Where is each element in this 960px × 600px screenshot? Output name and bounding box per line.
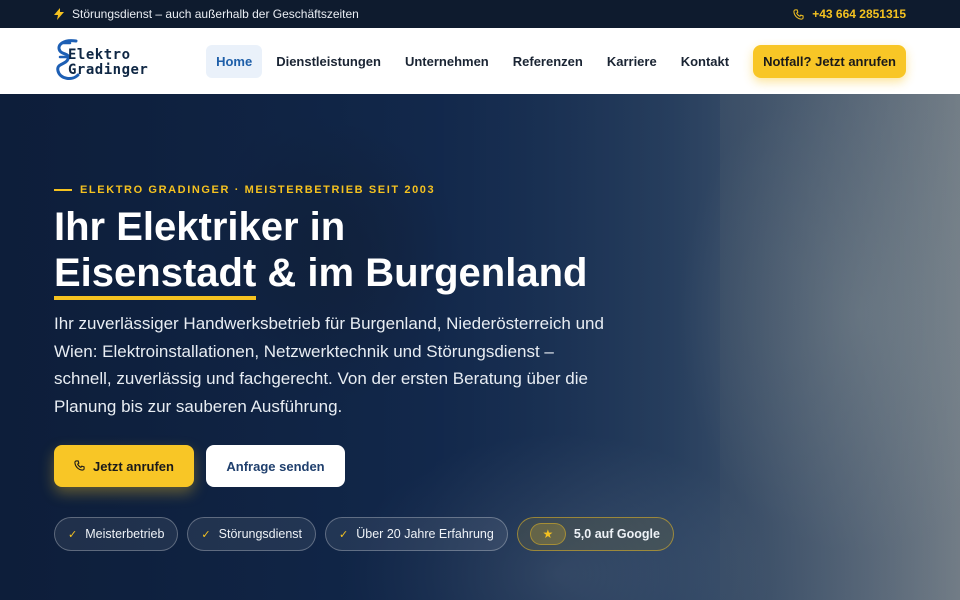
- phone-icon: [793, 8, 804, 20]
- check-icon: ✓: [201, 528, 211, 541]
- badge-google-rating[interactable]: ★ 5,0 auf Google: [516, 517, 674, 551]
- hero-lead: Ihr zuverlässiger Handwerksbetrieb für B…: [54, 314, 604, 416]
- badge-label: Meisterbetrieb: [85, 527, 165, 541]
- nav-item-kontakt[interactable]: Kontakt: [671, 45, 739, 78]
- nav-menu: Home Dienstleistungen Unternehmen Refere…: [206, 44, 906, 78]
- nav-item-karriere[interactable]: Karriere: [597, 45, 667, 78]
- emergency-call-button[interactable]: Notfall? Jetzt anrufen: [753, 44, 906, 78]
- send-request-label: Anfrage senden: [226, 458, 325, 474]
- hero-title: Ihr Elektriker in Eisenstadt & im Burgen…: [54, 204, 588, 300]
- logo[interactable]: Elektro Gradinger: [54, 35, 164, 87]
- check-icon: ✓: [339, 528, 349, 541]
- nav-item-unternehmen[interactable]: Unternehmen: [395, 45, 499, 78]
- badge-label: Störungsdienst: [218, 527, 303, 541]
- call-now-button[interactable]: Jetzt anrufen: [54, 445, 194, 487]
- trust-badges: ✓ Meisterbetrieb ✓ Störungsdienst ✓ Über…: [54, 517, 674, 551]
- phone-number: +43 664 2851315: [812, 7, 906, 21]
- badge-label: Über 20 Jahre Erfahrung: [356, 527, 494, 541]
- hero-title-line-1: Ihr Elektriker in: [54, 205, 346, 249]
- hero-title-rest: & im Burgenland: [256, 251, 588, 295]
- service-notice: Störungsdienst – auch außerhalb der Gesc…: [54, 7, 359, 21]
- call-now-label: Jetzt anrufen: [93, 458, 174, 474]
- kicker-text: ELEKTRO GRADINGER · MEISTERBETRIEB SEIT …: [80, 184, 436, 196]
- service-text: Störungsdienst – auch außerhalb der Gesc…: [72, 7, 359, 21]
- hero-title-line-2: Eisenstadt & im Burgenland: [54, 250, 588, 300]
- logo-line-1: Elektro: [68, 47, 131, 63]
- nav-item-referenzen[interactable]: Referenzen: [503, 45, 593, 78]
- main-navigation: Elektro Gradinger Home Dienstleistungen …: [0, 28, 960, 94]
- phone-icon: [74, 459, 85, 474]
- lightning-icon: [54, 8, 64, 20]
- nav-item-home[interactable]: Home: [206, 44, 263, 78]
- badge-meisterbetrieb: ✓ Meisterbetrieb: [54, 517, 179, 551]
- send-request-button[interactable]: Anfrage senden: [206, 445, 345, 487]
- hero-kicker: ELEKTRO GRADINGER · MEISTERBETRIEB SEIT …: [54, 184, 435, 196]
- google-rating-label: 5,0 auf Google: [573, 527, 660, 541]
- nav-item-dienstleistungen[interactable]: Dienstleistungen: [266, 45, 391, 78]
- hero-title-highlight: Eisenstadt: [54, 251, 257, 300]
- top-bar: Störungsdienst – auch außerhalb der Gesc…: [0, 0, 960, 28]
- star-icon: ★: [529, 523, 566, 545]
- kicker-line: [54, 189, 72, 191]
- check-icon: ✓: [68, 528, 78, 541]
- badge-stoerungsdienst: ✓ Störungsdienst: [187, 517, 317, 551]
- badge-erfahrung: ✓ Über 20 Jahre Erfahrung: [325, 517, 508, 551]
- phone-link[interactable]: +43 664 2851315: [793, 7, 906, 21]
- logo-line-2: Gradinger: [68, 62, 149, 78]
- hero-section: ELEKTRO GRADINGER · MEISTERBETRIEB SEIT …: [0, 94, 960, 600]
